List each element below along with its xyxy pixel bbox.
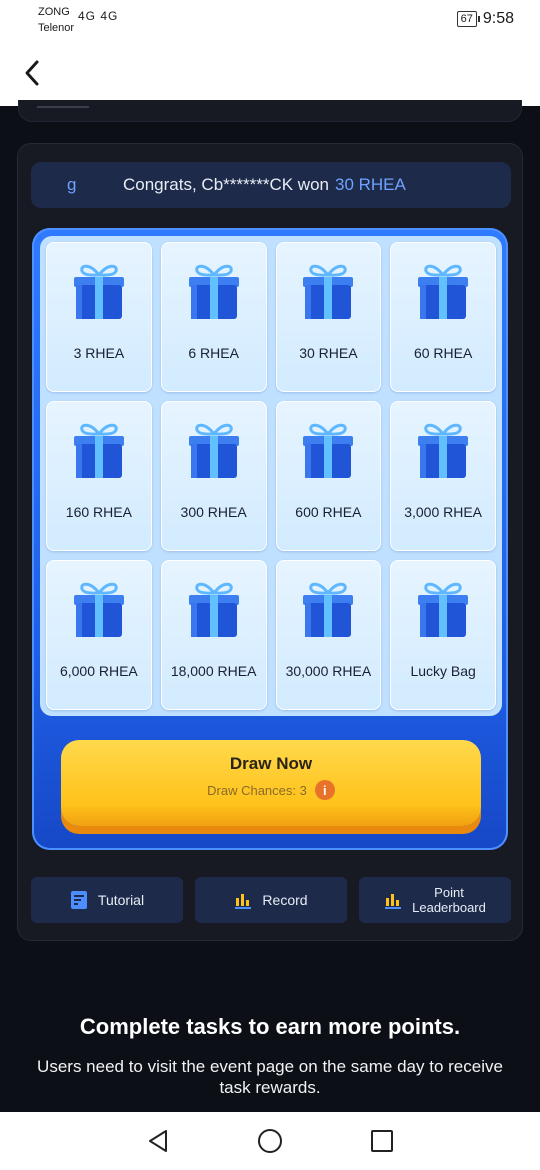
prize-cell: 30 RHEA xyxy=(275,242,382,392)
prize-label: 3 RHEA xyxy=(73,345,125,361)
gift-box-icon xyxy=(73,423,124,478)
nav-recents-button[interactable] xyxy=(367,1126,397,1156)
gift-box-icon xyxy=(418,582,469,637)
back-button[interactable] xyxy=(16,56,50,90)
previous-section-card xyxy=(18,100,522,122)
tasks-description: Users need to visit the event page on th… xyxy=(37,1057,503,1097)
triangle-back-icon xyxy=(149,1130,167,1152)
system-nav-bar xyxy=(0,1112,540,1170)
prize-label: 60 RHEA xyxy=(413,345,473,361)
prize-cell: 600 RHEA xyxy=(275,401,382,551)
tasks-heading: Complete tasks to earn more points. xyxy=(79,1014,461,1039)
info-icon[interactable]: i xyxy=(314,780,335,800)
chevron-left-icon xyxy=(25,60,39,86)
gift-box-icon xyxy=(418,264,469,319)
tutorial-label: Tutorial xyxy=(97,892,145,908)
status-bar: ZONG Telenor 4G 4G 67 9:58 xyxy=(0,0,540,44)
prize-label: Lucky Bag xyxy=(410,663,476,679)
prize-board: 3 RHEA 6 RHEA 30 RHEA 60 RHEA 160 RHEA 300 RH… xyxy=(32,228,508,850)
prize-label: 3,000 RHEA xyxy=(404,504,483,520)
bar-chart-icon xyxy=(385,894,402,909)
prize-label: 30 RHEA xyxy=(299,345,358,361)
prize-label: 6 RHEA xyxy=(188,345,239,361)
winner-ticker: g Congrats, Cb*******CK won 30 RHEA xyxy=(31,162,511,208)
prize-cell: 6,000 RHEA xyxy=(46,560,152,710)
square-recents-icon xyxy=(371,1130,393,1152)
ticker-message: Congrats, Cb*******CK won xyxy=(123,175,329,194)
prize-label: 600 RHEA xyxy=(295,504,362,520)
leaderboard-label-line2: Leaderboard xyxy=(412,900,486,915)
document-icon xyxy=(70,891,87,909)
carrier-names: ZONG Telenor xyxy=(38,4,74,36)
ticker-lead: g xyxy=(67,175,77,194)
signal-text: 4G 4G xyxy=(78,9,119,23)
draw-chances-text: Draw Chances: 3 xyxy=(207,782,307,798)
lucky-draw-card: g Congrats, Cb*******CK won 30 RHEA 3 RH… xyxy=(17,143,523,941)
clock: 9:58 xyxy=(482,10,514,27)
nav-back-button[interactable] xyxy=(143,1126,173,1156)
draw-now-label: Draw Now xyxy=(229,754,313,773)
gift-box-icon xyxy=(303,582,354,637)
signal-icon: 4G 4G xyxy=(78,9,118,23)
gift-box-icon xyxy=(73,582,124,637)
carrier-2: Telenor xyxy=(38,22,75,34)
record-button[interactable]: Record xyxy=(195,877,347,923)
record-label: Record xyxy=(262,892,308,908)
point-leaderboard-button[interactable]: Point Leaderboard xyxy=(359,877,511,923)
draw-chances-row: Draw Chances: 3 i xyxy=(207,780,335,800)
gift-box-icon xyxy=(188,582,239,637)
prize-label: 300 RHEA xyxy=(180,504,247,520)
draw-now-button[interactable]: Draw Now Draw Chances: 3 i xyxy=(61,740,481,826)
tutorial-button[interactable]: Tutorial xyxy=(31,877,183,923)
divider xyxy=(37,106,89,108)
nav-home-button[interactable] xyxy=(255,1126,285,1156)
app-header xyxy=(0,44,540,106)
prize-label: 160 RHEA xyxy=(65,504,132,520)
gift-box-icon xyxy=(188,264,239,319)
gift-box-icon xyxy=(303,423,354,478)
prize-grid: 3 RHEA 6 RHEA 30 RHEA 60 RHEA 160 RHEA 300 RH… xyxy=(40,236,502,716)
prize-label: 6,000 RHEA xyxy=(59,663,138,679)
gift-box-icon xyxy=(73,264,124,319)
action-bar: Tutorial Record Point Leaderboard xyxy=(31,877,511,923)
gift-box-icon xyxy=(188,423,239,478)
prize-cell: 18,000 RHEA xyxy=(160,560,267,710)
gift-box-icon xyxy=(418,423,469,478)
prize-cell: 30,000 RHEA xyxy=(275,560,382,710)
prize-cell: 3 RHEA xyxy=(46,242,152,392)
prize-cell: 6 RHEA xyxy=(160,242,267,392)
bar-chart-icon xyxy=(235,894,252,909)
gift-box-icon xyxy=(303,264,354,319)
prize-label: 18,000 RHEA xyxy=(170,663,257,679)
prize-cell: 60 RHEA xyxy=(390,242,496,392)
prize-cell: 3,000 RHEA xyxy=(390,401,496,551)
circle-home-icon xyxy=(258,1129,282,1153)
leaderboard-label-line1: Point xyxy=(434,885,464,900)
carrier-1: ZONG xyxy=(38,6,70,18)
prize-cell: 300 RHEA xyxy=(160,401,267,551)
ticker-amount: 30 RHEA xyxy=(335,175,406,194)
status-right: 67 9:58 xyxy=(456,10,514,28)
battery-icon: 67 xyxy=(456,11,481,27)
leaderboard-label: Point Leaderboard xyxy=(412,885,486,915)
prize-cell: Lucky Bag xyxy=(390,560,496,710)
prize-label: 30,000 RHEA xyxy=(285,663,372,679)
prize-cell: 160 RHEA xyxy=(46,401,152,551)
